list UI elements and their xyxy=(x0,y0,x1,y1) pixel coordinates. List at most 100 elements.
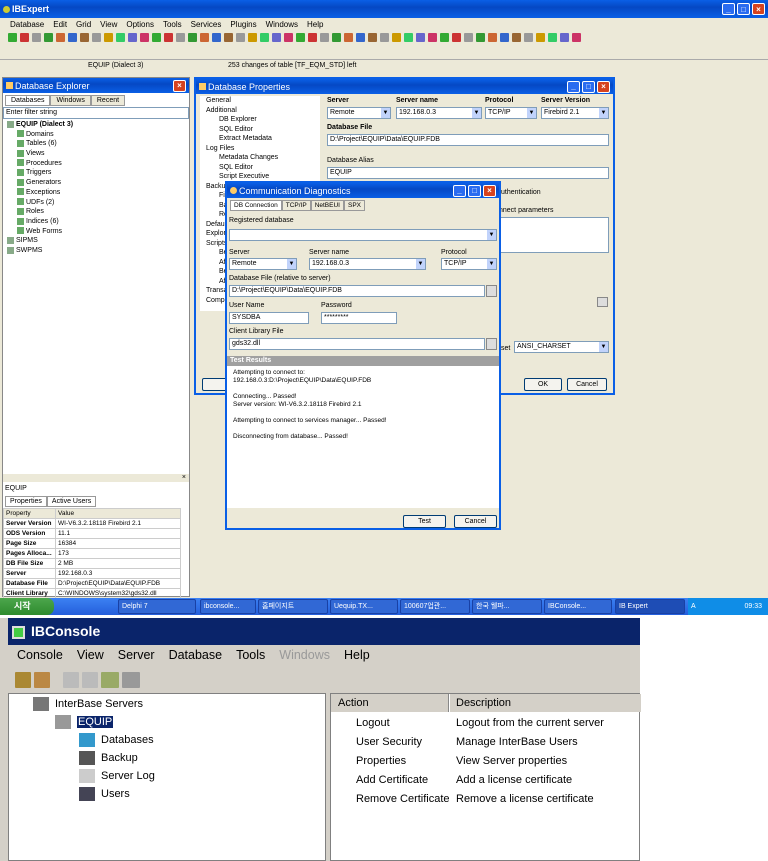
diag-registered-select[interactable]: ▼ xyxy=(229,229,497,241)
dbprops-nav-item[interactable]: Log Files xyxy=(200,144,320,154)
ibc-tree-node[interactable]: Users xyxy=(79,785,130,803)
toolbar-icon[interactable] xyxy=(571,33,581,42)
toolbar-icon[interactable] xyxy=(187,33,197,42)
ibc-menu-console[interactable]: Console xyxy=(17,648,63,662)
unregister-server-icon[interactable] xyxy=(33,672,50,688)
dbprops-dbfile-input[interactable]: D:\Project\EQUIP\Data\EQUIP.FDB xyxy=(327,134,609,146)
diag-user-input[interactable]: SYSDBA xyxy=(229,312,309,324)
taskbar-item[interactable]: IB Expert xyxy=(615,599,685,614)
toolbar-icon[interactable] xyxy=(379,33,389,42)
lang-indicator[interactable]: A xyxy=(691,603,696,610)
toolbar-icon[interactable] xyxy=(67,33,77,42)
diag-test-button[interactable]: Test xyxy=(403,515,446,528)
toolbar-icon[interactable] xyxy=(55,33,65,42)
toolbar-icon[interactable] xyxy=(211,33,221,42)
info-tab[interactable]: Active Users xyxy=(46,496,97,507)
menu-database[interactable]: Database xyxy=(10,19,44,31)
toolbar-icon[interactable] xyxy=(367,33,377,42)
menu-options[interactable]: Options xyxy=(126,19,154,31)
toolbar-icon[interactable] xyxy=(391,33,401,42)
dbprops-nav-item[interactable]: Metadata Changes xyxy=(200,153,320,163)
tree-node[interactable]: Tables (6) xyxy=(7,139,187,149)
dbprops-charset-select[interactable]: ANSI_CHARSET ▼ xyxy=(514,341,609,353)
toolbar-icon[interactable] xyxy=(79,33,89,42)
sql-icon[interactable] xyxy=(101,672,119,688)
diag-tab[interactable]: NetBEUI xyxy=(310,200,344,211)
toolbar-icon[interactable] xyxy=(235,33,245,42)
toolbar-icon[interactable] xyxy=(451,33,461,42)
tree-node[interactable]: Triggers xyxy=(7,168,187,178)
info-tab[interactable]: Properties xyxy=(5,496,47,507)
diag-servername-select[interactable]: 192.168.0.3 ▼ xyxy=(309,258,426,270)
action-column-header[interactable]: Action xyxy=(331,694,449,712)
tree-node[interactable]: Views xyxy=(7,149,187,159)
action-item[interactable]: Properties xyxy=(356,752,406,770)
toolbar-icon[interactable] xyxy=(403,33,413,42)
taskbar-item[interactable]: 100607업관... xyxy=(400,599,470,614)
menu-grid[interactable]: Grid xyxy=(76,19,91,31)
menu-plugins[interactable]: Plugins xyxy=(230,19,256,31)
explorer-tab-databases[interactable]: Databases xyxy=(5,95,51,106)
ibc-tree-node[interactable]: EQUIP xyxy=(55,713,114,731)
toolbar-icon[interactable] xyxy=(295,33,305,42)
toolbar-icon[interactable] xyxy=(463,33,473,42)
toolbar-icon[interactable] xyxy=(151,33,161,42)
action-item[interactable]: Add Certificate xyxy=(356,771,428,789)
toolbar-icon[interactable] xyxy=(175,33,185,42)
ibc-menu-view[interactable]: View xyxy=(77,648,104,662)
toolbar-icon[interactable] xyxy=(31,33,41,42)
menu-services[interactable]: Services xyxy=(191,19,222,31)
toolbar-icon[interactable] xyxy=(343,33,353,42)
action-item[interactable]: Remove Certificate xyxy=(356,790,450,808)
tree-node[interactable]: Procedures xyxy=(7,159,187,169)
toolbar-icon[interactable] xyxy=(247,33,257,42)
toolbar-icon[interactable] xyxy=(103,33,113,42)
explorer-filter-input[interactable]: Enter filter string xyxy=(3,107,189,119)
toolbar-icon[interactable] xyxy=(91,33,101,42)
connect-db-icon[interactable] xyxy=(63,672,79,688)
dbprops-nav-item[interactable]: SQL Editor xyxy=(200,125,320,135)
toolbar-icon[interactable] xyxy=(559,33,569,42)
tree-node[interactable]: UDFs (2) xyxy=(7,198,187,208)
toolbar-icon[interactable] xyxy=(523,33,533,42)
start-button[interactable]: 시작 xyxy=(0,598,54,615)
toolbar-icon[interactable] xyxy=(115,33,125,42)
diag-maximize-button[interactable]: □ xyxy=(468,184,481,197)
toolbar-icon[interactable] xyxy=(535,33,545,42)
toolbar-icon[interactable] xyxy=(19,33,29,42)
diag-tab[interactable]: SPX xyxy=(343,200,365,211)
toolbar-icon[interactable] xyxy=(511,33,521,42)
diag-password-input[interactable]: ********* xyxy=(321,312,397,324)
diag-close-button[interactable]: × xyxy=(483,184,496,197)
ibc-tree-node[interactable]: Backup xyxy=(79,749,138,767)
dbprops-cancel-button[interactable]: Cancel xyxy=(567,378,607,391)
toolbar-icon[interactable] xyxy=(307,33,317,42)
diag-tab[interactable]: TCP/IP xyxy=(281,200,311,211)
tree-node[interactable]: Web Forms xyxy=(7,227,187,237)
taskbar-item[interactable]: 한국 웰파... xyxy=(472,599,542,614)
ibc-tree-node[interactable]: Databases xyxy=(79,731,154,749)
diag-minimize-button[interactable]: _ xyxy=(453,184,466,197)
dbprops-maximize-button[interactable]: □ xyxy=(582,80,595,93)
folder-icon[interactable] xyxy=(486,285,497,297)
taskbar-item[interactable]: Delphi 7 xyxy=(118,599,196,614)
menu-edit[interactable]: Edit xyxy=(53,19,67,31)
view-icon[interactable] xyxy=(122,672,140,688)
toolbar-icon[interactable] xyxy=(271,33,281,42)
close-button[interactable]: × xyxy=(752,3,765,15)
toolbar-icon[interactable] xyxy=(331,33,341,42)
diag-dbfile-input[interactable]: D:\Project\EQUIP\Data\EQUIP.FDB xyxy=(229,285,485,297)
dbprops-ok-button[interactable]: OK xyxy=(524,378,562,391)
toolbar-icon[interactable] xyxy=(259,33,269,42)
toolbar-icon[interactable] xyxy=(475,33,485,42)
taskbar-item[interactable]: ibconsole... xyxy=(200,599,256,614)
dbprops-nav-item[interactable]: DB Explorer xyxy=(200,115,320,125)
action-item[interactable]: Logout xyxy=(356,714,390,732)
toolbar-icon[interactable] xyxy=(499,33,509,42)
tree-node[interactable]: EQUIP (Dialect 3) xyxy=(7,120,187,130)
dbprops-nav-item[interactable]: Extract Metadata xyxy=(200,134,320,144)
ibc-menu-database[interactable]: Database xyxy=(169,648,223,662)
ibc-tree-node[interactable]: InterBase Servers xyxy=(33,695,143,713)
toolbar-icon[interactable] xyxy=(487,33,497,42)
ibc-menu-help[interactable]: Help xyxy=(344,648,370,662)
